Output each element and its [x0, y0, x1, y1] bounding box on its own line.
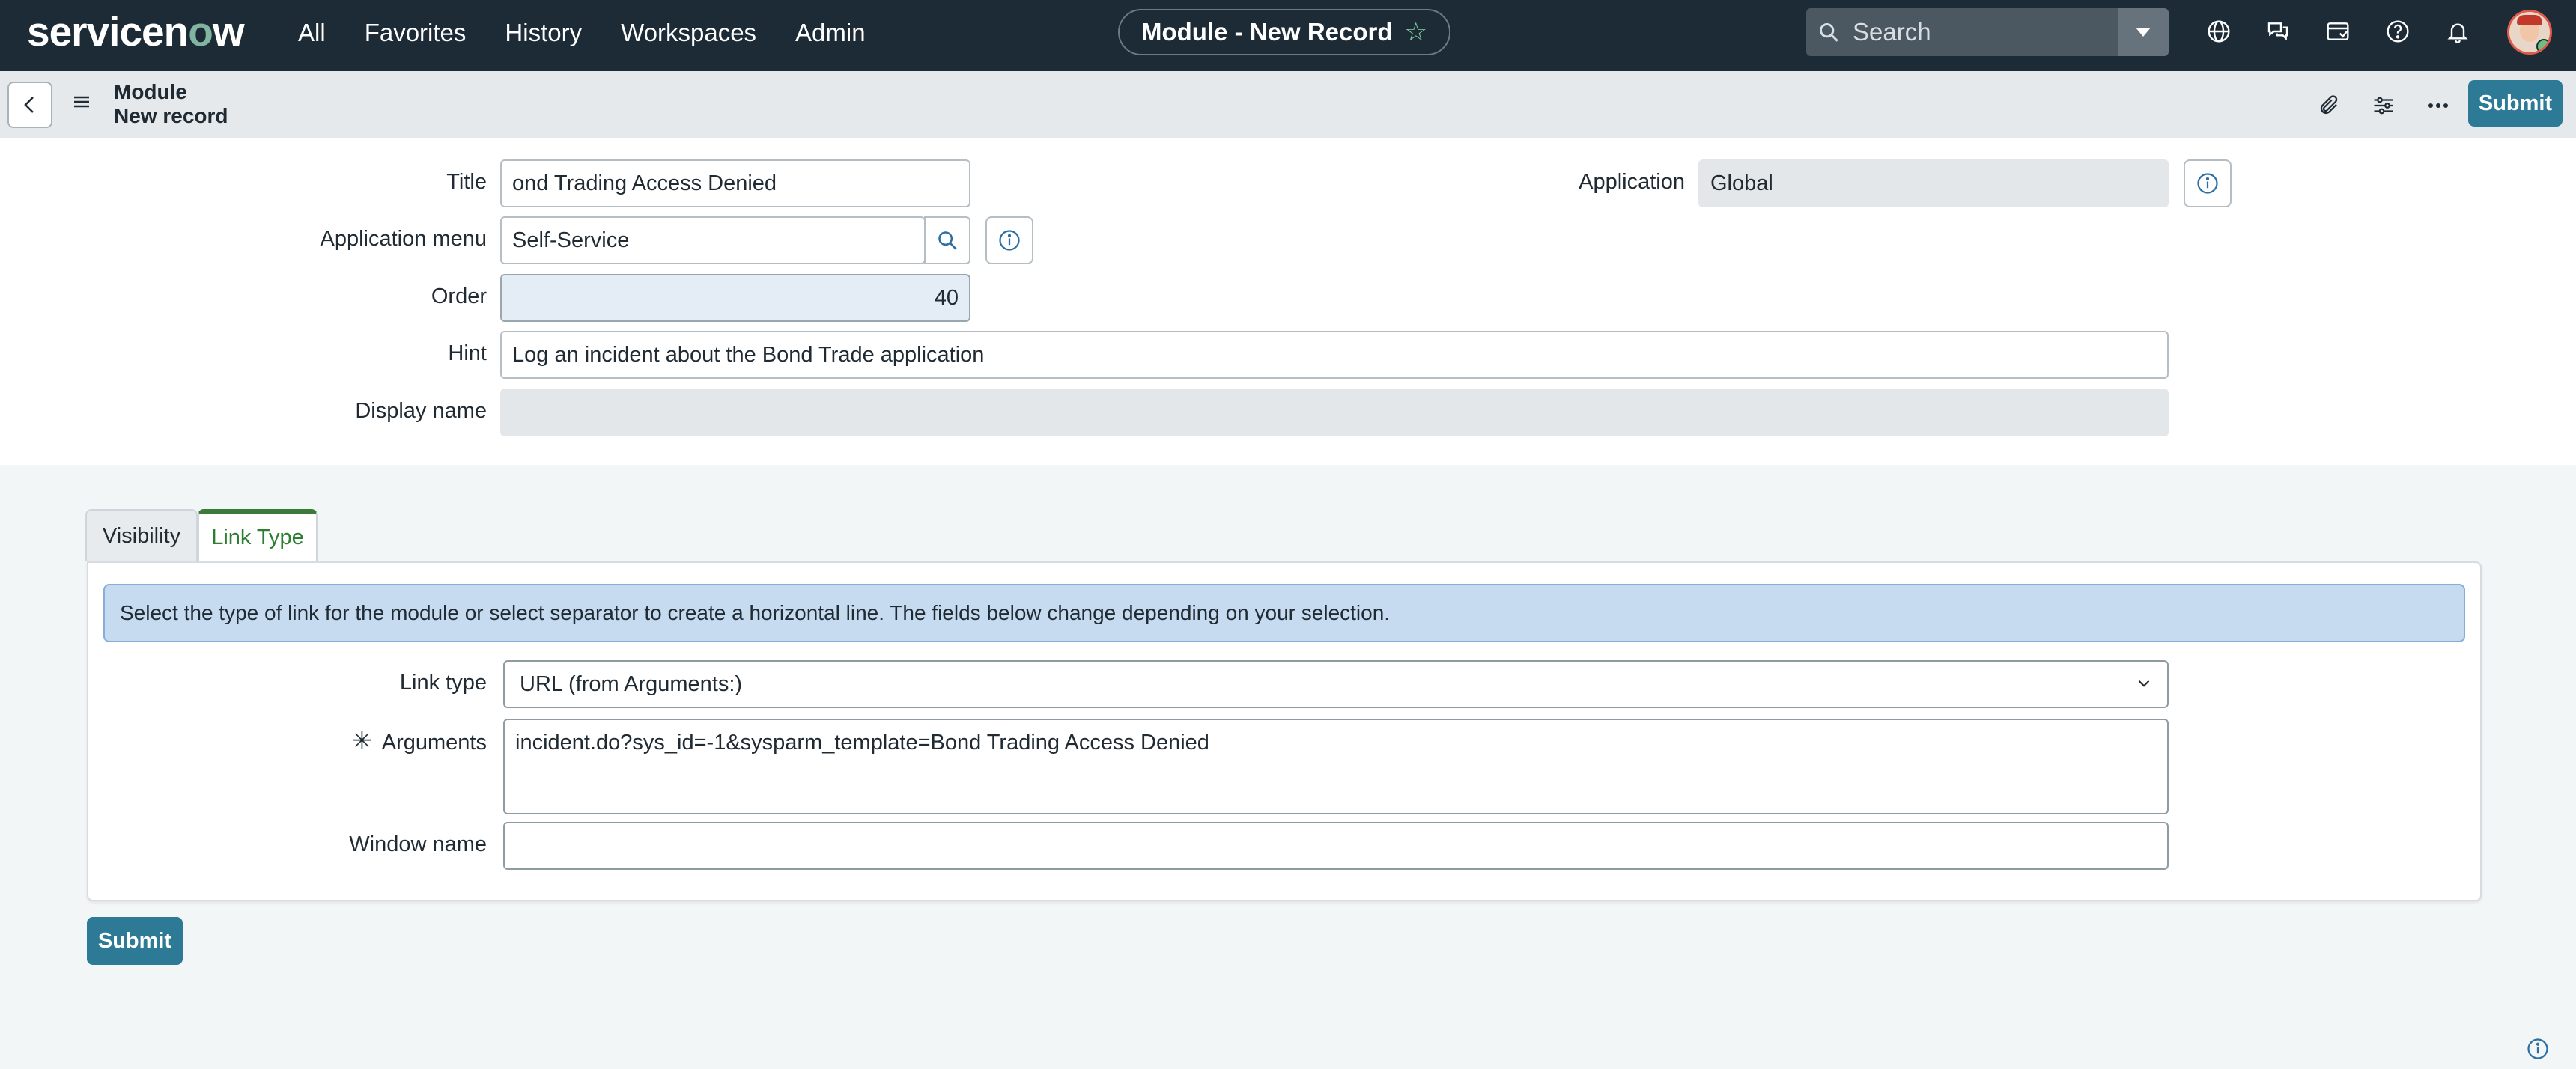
arguments-label-group: ✳ Arguments [238, 726, 487, 756]
hamburger-icon [74, 96, 89, 108]
link-type-value: URL (from Arguments:) [520, 671, 743, 696]
main-menu: All Favorites History Workspaces Admin [298, 0, 905, 66]
nav-workspaces[interactable]: Workspaces [621, 19, 756, 47]
search-icon [938, 231, 957, 250]
arguments-label: Arguments [381, 731, 487, 755]
link-type-label: Link type [399, 671, 487, 695]
tab-visibility[interactable]: Visibility [85, 509, 198, 561]
context-menu-button[interactable] [72, 94, 91, 114]
arguments-textarea[interactable]: incident.do?sys_id=-1&sysparm_template=B… [503, 719, 2169, 814]
caret-down-icon [2136, 28, 2151, 37]
bell-icon[interactable] [2443, 16, 2473, 46]
application-info-button[interactable] [2184, 159, 2232, 207]
order-label: Order [431, 284, 487, 308]
nav-history[interactable]: History [505, 19, 582, 47]
submit-button-top[interactable]: Submit [2468, 80, 2563, 127]
chevron-left-icon [24, 97, 34, 113]
chat-icon[interactable] [2263, 16, 2293, 46]
application-field: Global [1698, 159, 2169, 207]
user-avatar[interactable] [2507, 10, 2552, 55]
search-scope-dropdown[interactable] [2118, 8, 2169, 56]
info-message: Select the type of link for the module o… [103, 584, 2465, 642]
global-search-input[interactable]: Search [1806, 8, 2169, 56]
top-navigation-bar: servicen o w All Favorites History Workspa… [0, 0, 2576, 71]
info-icon [2197, 173, 2218, 194]
presence-status-dot [2536, 39, 2550, 52]
module-form-fields: Title ond Trading Access Denied Applicat… [0, 138, 2576, 465]
display-name-label: Display name [355, 399, 487, 423]
record-status: New record [114, 104, 228, 127]
window-name-label: Window name [349, 832, 487, 856]
nav-all[interactable]: All [298, 19, 326, 47]
page-info-icon[interactable] [2527, 1038, 2549, 1064]
servicenow-logo[interactable]: servicen o w [27, 7, 245, 55]
required-asterisk-icon: ✳ [351, 727, 373, 755]
link-type-select[interactable]: URL (from Arguments:) [503, 660, 2169, 708]
application-menu-info-button[interactable] [985, 216, 1033, 264]
search-placeholder: Search [1853, 18, 1931, 46]
display-name-field [500, 389, 2169, 436]
context-title-pill[interactable]: Module - New Record ☆ [1118, 9, 1450, 55]
logo-text-o: o [188, 8, 213, 55]
record-header: Module New record Submit [0, 71, 2576, 138]
logo-text-prefix: servicen [27, 8, 189, 55]
context-title: Module - New Record [1140, 18, 1393, 46]
record-table-name: Module [114, 80, 187, 103]
globe-icon[interactable] [2204, 16, 2234, 46]
help-icon[interactable] [2383, 16, 2413, 46]
hint-field[interactable]: Log an incident about the Bond Trade app… [500, 331, 2169, 379]
inbox-icon[interactable] [2323, 16, 2353, 46]
paperclip-icon[interactable] [2315, 92, 2342, 119]
sliders-icon[interactable] [2370, 92, 2397, 119]
star-icon[interactable]: ☆ [1405, 17, 1427, 47]
tab-link-type[interactable]: Link Type [198, 509, 318, 561]
application-label: Application [1579, 170, 1685, 194]
title-field[interactable]: ond Trading Access Denied [500, 159, 970, 207]
nav-admin[interactable]: Admin [795, 19, 866, 47]
nav-favorites[interactable]: Favorites [365, 19, 467, 47]
application-menu-label: Application menu [320, 227, 487, 251]
application-menu-lookup-button[interactable] [924, 216, 970, 264]
chevron-down-icon [2138, 680, 2150, 687]
info-icon [999, 230, 1020, 251]
title-label: Title [446, 170, 487, 194]
submit-button-bottom[interactable]: Submit [87, 917, 183, 965]
logo-text-suffix: w [212, 8, 245, 55]
more-icon[interactable] [2425, 92, 2452, 119]
window-name-field[interactable] [503, 822, 2169, 870]
link-type-panel: Select the type of link for the module o… [87, 561, 2482, 901]
search-icon [1820, 23, 1838, 42]
back-button[interactable] [7, 82, 52, 128]
order-field[interactable]: 40 [500, 274, 970, 322]
hint-label: Hint [448, 341, 487, 365]
avatar-hair [2517, 15, 2542, 25]
application-menu-field[interactable]: Self-Service [500, 216, 926, 264]
